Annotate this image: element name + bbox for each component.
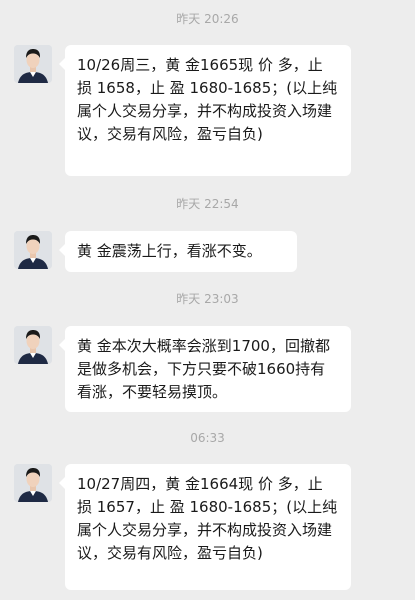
message-timestamp: 昨天 22:54 [176,197,239,211]
avatar-portrait-icon [14,464,52,502]
avatar-portrait-icon [14,231,52,269]
avatar-portrait-icon [14,45,52,83]
message-timestamp: 昨天 23:03 [176,292,239,306]
message-bubble[interactable]: 10/26周三，黄 金1665现 价 多，止 损 1658，止 盈 1680-1… [59,45,351,176]
message-bubble[interactable]: 黄 金本次大概率会涨到1700，回撤都是做多机会，下方只要不破1660持有看涨，… [59,326,351,412]
sender-avatar[interactable] [14,45,52,83]
avatar-portrait-icon [14,326,52,364]
message-timestamp: 昨天 20:26 [176,12,239,26]
message-timestamp: 06:33 [190,431,225,445]
message-bubble[interactable]: 10/27周四，黄 金1664现 价 多，止 损 1657，止 盈 1680-1… [59,464,351,590]
chat-area[interactable]: 昨天 20:26 10/26周三，黄 金1665现 价 多，止 损 1658，止… [0,0,415,600]
sender-avatar[interactable] [14,231,52,269]
message-bubble[interactable]: 黄 金震荡上行，看涨不变。 [59,231,297,272]
sender-avatar[interactable] [14,326,52,364]
sender-avatar[interactable] [14,464,52,502]
